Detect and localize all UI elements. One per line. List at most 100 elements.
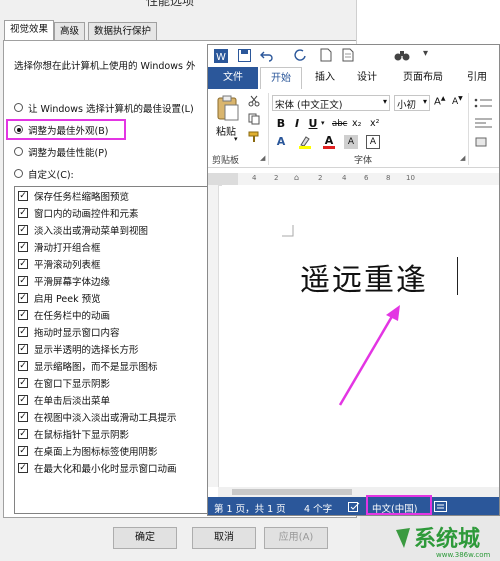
paste-button-label[interactable]: 粘贴 [216, 123, 236, 138]
radio-best-performance[interactable]: 调整为最佳性能(P) [14, 145, 144, 159]
checkbox[interactable]: ✓ [18, 208, 28, 218]
document-text[interactable]: 遥远重逢 [300, 255, 428, 299]
word-window[interactable]: W ▾ 文件 开始 插入 设计 页面布局 引用 粘贴 ▾ 剪贴板 ◢ 宋体 (中… [207, 44, 500, 516]
checkbox[interactable]: ✓ [18, 310, 28, 320]
shrink-font-icon[interactable]: A▼ [452, 95, 463, 107]
shading-icon[interactable] [474, 137, 494, 149]
list-item[interactable]: ✓ 在单击后淡出菜单 [18, 392, 208, 409]
font-size-combobox[interactable]: 小初 ▾ [394, 95, 430, 111]
radio-button[interactable] [14, 169, 23, 178]
tab-design[interactable]: 设计 [352, 67, 382, 89]
checkbox[interactable]: ✓ [18, 327, 28, 337]
word-count-status[interactable]: 4 个字 [304, 501, 332, 515]
list-item[interactable]: ✓ 平滑屏幕字体边缘 [18, 273, 208, 290]
new-document-icon[interactable] [320, 48, 332, 62]
highlight-color-icon[interactable] [298, 135, 312, 149]
radio-let-windows-choose[interactable]: 让 Windows 选择计算机的最佳设置(L) [14, 101, 214, 115]
italic-button[interactable]: I [290, 117, 304, 130]
copy-icon[interactable] [248, 113, 260, 125]
strikethrough-button[interactable]: abc [332, 119, 347, 129]
chevron-down-icon[interactable]: ▾ [383, 97, 387, 106]
font-launcher-icon[interactable]: ◢ [460, 154, 465, 162]
checkbox[interactable]: ✓ [18, 293, 28, 303]
checkbox[interactable]: ✓ [18, 225, 28, 235]
checkbox[interactable]: ✓ [18, 412, 28, 422]
underline-button[interactable]: U [306, 117, 320, 130]
visual-effects-list[interactable]: ✓ 保存任务栏缩略图预览 ✓ 窗口内的动画控件和元素 ✓ 淡入淡出或滑动菜单到视图 ✓… [14, 186, 210, 514]
tab-home[interactable]: 开始 [260, 67, 302, 89]
list-item[interactable]: ✓ 显示半透明的选择长方形 [18, 341, 208, 358]
tab-references[interactable]: 引用 [462, 67, 492, 89]
paste-dropdown-icon[interactable]: ▾ [234, 135, 238, 143]
customize-toolbar-icon[interactable]: ▾ [423, 48, 428, 59]
list-item[interactable]: ✓ 平滑滚动列表框 [18, 256, 208, 273]
radio-button[interactable] [14, 103, 23, 112]
macro-record-icon[interactable] [434, 501, 448, 513]
radio-button[interactable] [14, 125, 23, 134]
ok-button[interactable]: 确定 [113, 527, 177, 549]
cancel-button[interactable]: 取消 [192, 527, 256, 549]
radio-custom[interactable]: 自定义(C): [14, 167, 114, 181]
character-shading-icon[interactable]: A [344, 135, 358, 149]
page-count-status[interactable]: 第 1 页，共 1 页 [214, 501, 286, 515]
list-item[interactable]: ✓ 窗口内的动画控件和元素 [18, 205, 208, 222]
cut-scissors-icon[interactable] [248, 95, 260, 107]
list-item[interactable]: ✓ 在最大化和最小化时显示窗口动画 [18, 460, 208, 477]
list-item[interactable]: ✓ 启用 Peek 预览 [18, 290, 208, 307]
subscript-button[interactable]: x₂ [352, 118, 361, 129]
bold-button[interactable]: B [274, 117, 288, 130]
tab-insert[interactable]: 插入 [310, 67, 340, 89]
tab-file[interactable]: 文件 [208, 67, 258, 89]
proofing-icon[interactable] [348, 502, 360, 513]
apply-button[interactable]: 应用(A) [264, 527, 328, 549]
list-item[interactable]: ✓ 滑动打开组合框 [18, 239, 208, 256]
chevron-down-icon[interactable]: ▾ [321, 119, 325, 127]
checkbox[interactable]: ✓ [18, 259, 28, 269]
list-item[interactable]: ✓ 在窗口下显示阴影 [18, 375, 208, 392]
checkbox[interactable]: ✓ [18, 378, 28, 388]
checkbox[interactable]: ✓ [18, 276, 28, 286]
bullets-icon[interactable] [474, 97, 494, 109]
format-painter-icon[interactable] [248, 131, 260, 143]
indent-marker-icon[interactable]: ⌂ [294, 173, 299, 182]
tab-advanced[interactable]: 高级 [54, 22, 86, 40]
grow-font-icon[interactable]: A▲ [434, 95, 445, 107]
superscript-button[interactable]: x² [370, 118, 379, 129]
tab-visual-effects[interactable]: 视觉效果 [4, 20, 55, 40]
tab-data-execution-prevention[interactable]: 数据执行保护 [88, 22, 158, 40]
clipboard-launcher-icon[interactable]: ◢ [260, 154, 265, 162]
list-item[interactable]: ✓ 拖动时显示窗口内容 [18, 324, 208, 341]
find-binoculars-icon[interactable] [394, 48, 410, 62]
checkbox[interactable]: ✓ [18, 361, 28, 371]
checkbox[interactable]: ✓ [18, 191, 28, 201]
list-item[interactable]: ✓ 在任务栏中的动画 [18, 307, 208, 324]
undo-icon[interactable] [260, 49, 274, 62]
list-item[interactable]: ✓ 显示缩略图，而不是显示图标 [18, 358, 208, 375]
list-item[interactable]: ✓ 在视图中淡入淡出或滑动工具提示 [18, 409, 208, 426]
checkbox[interactable]: ✓ [18, 395, 28, 405]
radio-best-appearance[interactable]: 调整为最佳外观(B) [14, 123, 124, 137]
checkbox[interactable]: ✓ [18, 463, 28, 473]
checkbox[interactable]: ✓ [18, 446, 28, 456]
text-effects-icon[interactable]: A [274, 135, 288, 149]
font-name-combobox[interactable]: 宋体 (中文正文) ▾ [272, 95, 390, 111]
list-item[interactable]: ✓ 在鼠标指针下显示阴影 [18, 426, 208, 443]
character-border-icon[interactable]: A [366, 135, 380, 149]
redo-icon[interactable] [293, 49, 306, 62]
checkbox[interactable]: ✓ [18, 429, 28, 439]
chevron-down-icon[interactable]: ▾ [423, 97, 427, 106]
list-item[interactable]: ✓ 淡入淡出或滑动菜单到视图 [18, 222, 208, 239]
save-icon[interactable] [238, 49, 251, 62]
checkbox[interactable]: ✓ [18, 242, 28, 252]
tab-page-layout[interactable]: 页面布局 [398, 67, 448, 89]
document-icon[interactable] [342, 48, 354, 62]
paste-clipboard-icon[interactable] [216, 95, 240, 121]
scrollbar-thumb[interactable] [232, 489, 352, 495]
checkbox[interactable]: ✓ [18, 344, 28, 354]
horizontal-scrollbar[interactable] [218, 487, 499, 497]
radio-button[interactable] [14, 147, 23, 156]
list-item[interactable]: ✓ 保存任务栏缩略图预览 [18, 188, 208, 205]
align-left-icon[interactable] [474, 117, 494, 129]
list-item[interactable]: ✓ 在桌面上为图标标签使用阴影 [18, 443, 208, 460]
font-color-icon[interactable]: A [322, 134, 336, 149]
